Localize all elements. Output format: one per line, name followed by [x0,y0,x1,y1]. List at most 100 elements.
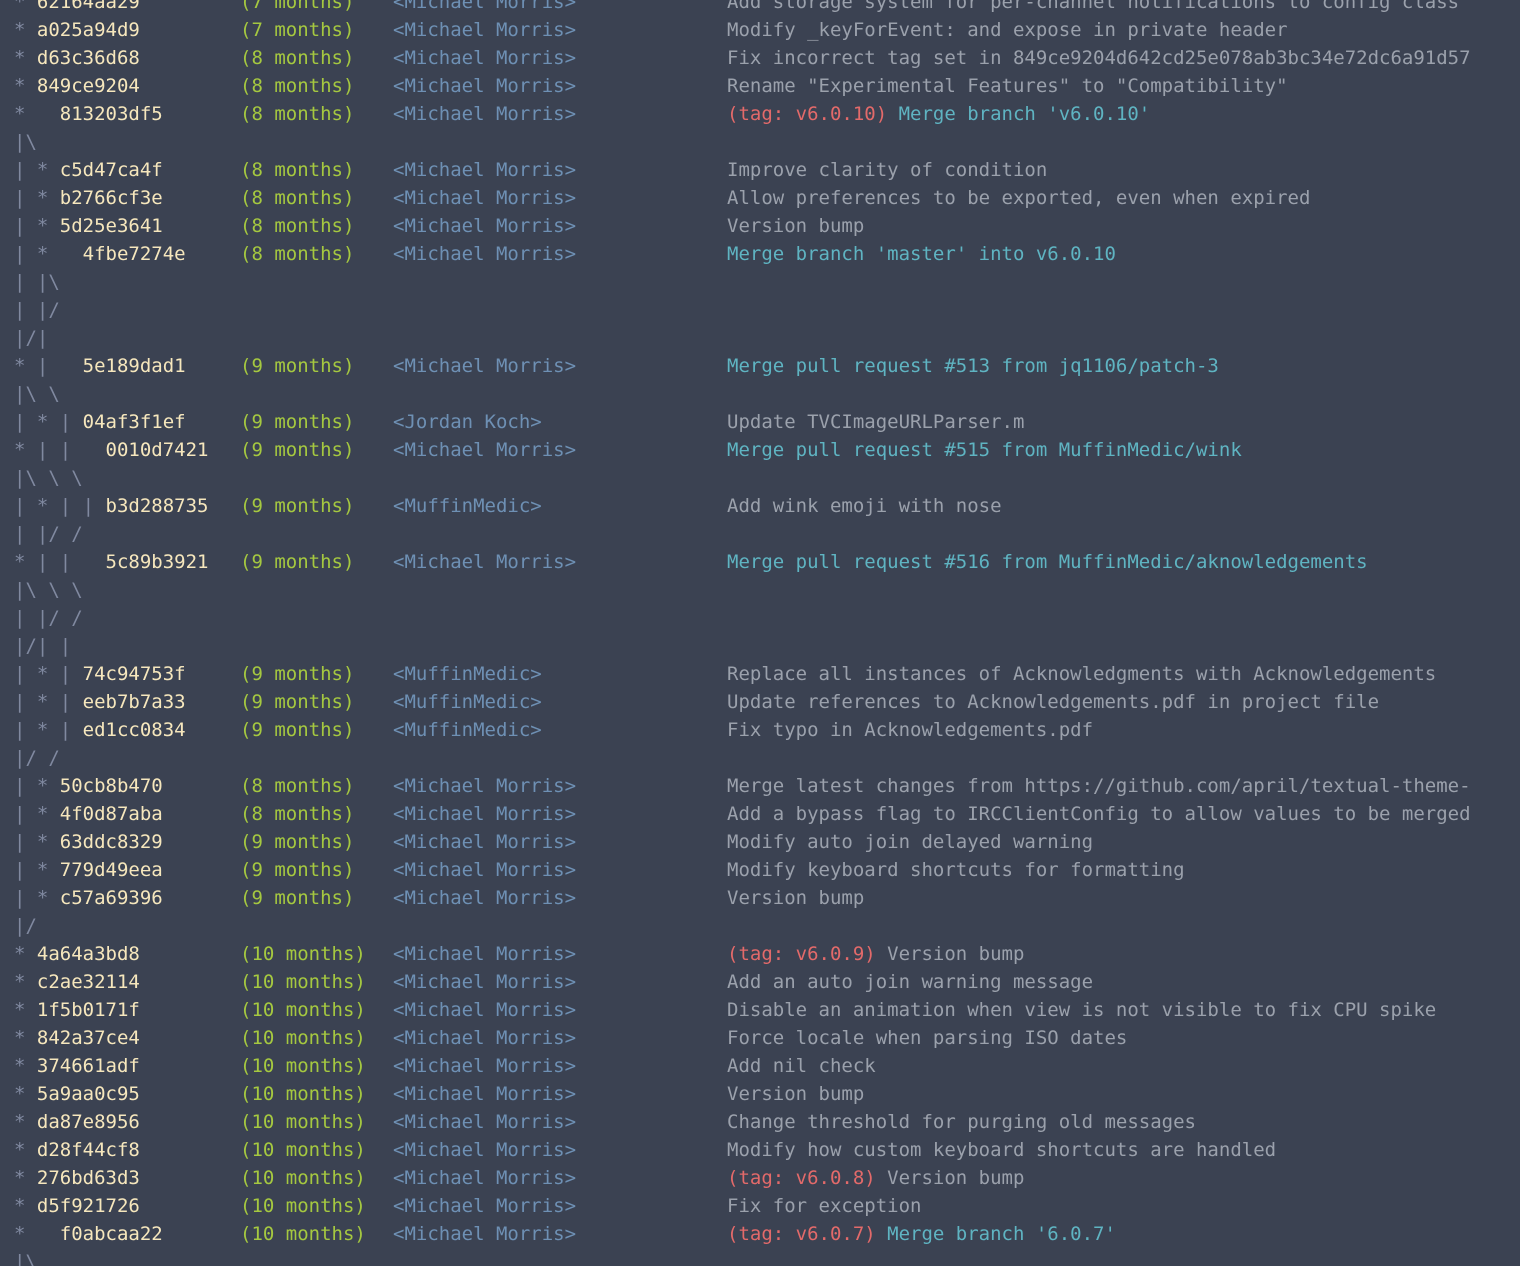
commit-hash[interactable]: 276bd63d3 [37,1167,140,1189]
commit-hash[interactable]: a025a94d9 [37,19,140,41]
commit-graph-and-hash: * d5f921726 [14,1192,140,1220]
commit-message-text: Update references to Acknowledgements.pd… [727,691,1380,713]
git-log-terminal[interactable]: * 62164aa29 (7 months) <Michael Morris> Add… [0,0,1520,1266]
commit-author: <Michael Morris> [393,1167,577,1189]
commit-date: (7 months) [240,0,355,13]
commit-hash[interactable]: c57a69396 [60,887,163,909]
graph-glyphs: * [14,103,60,125]
commit-author: <Jordan Koch> [393,411,542,433]
commit-message-text: Add an auto join warning message [727,971,1094,993]
commit-author: <Michael Morris> [393,215,577,237]
commit-hash[interactable]: 1f5b0171f [37,999,140,1021]
commit-hash[interactable]: 813203df5 [60,103,163,125]
commit-message: (tag: v6.0.9) Version bump [727,940,1024,968]
commit-hash[interactable]: 5a9aa0c95 [37,1083,140,1105]
commit-message-text: Replace all instances of Acknowledgments… [727,663,1437,685]
commit-row: * da87e8956 (10 months) <Michael Morris> Ch… [0,1108,1520,1136]
graph-glyphs: * [14,1083,37,1105]
commit-message-text: Improve clarity of condition [727,159,1048,181]
commit-hash[interactable]: f0abcaa22 [60,1223,163,1245]
commit-author: <Michael Morris> [393,1111,577,1133]
commit-hash[interactable]: 842a37ce4 [37,1027,140,1049]
commit-row: * 62164aa29 (7 months) <Michael Morris> Add… [0,0,1520,16]
graph-glyphs: |\ \ \ [14,467,83,489]
commit-author: <Michael Morris> [393,551,577,573]
commit-date: (10 months) [240,1027,366,1049]
commit-row: * f0abcaa22 (10 months) <Michael Morris> (t… [0,1220,1520,1248]
graph-glyphs: |\ [14,131,37,153]
commit-hash[interactable]: 63ddc8329 [60,831,163,853]
commit-message-text: Modify how custom keyboard shortcuts are… [727,1139,1277,1161]
commit-hash[interactable]: 5c89b3921 [106,551,209,573]
merge-message-text: Merge branch '6.0.7' [887,1223,1116,1245]
commit-date: (10 months) [240,999,366,1021]
commit-hash[interactable]: 62164aa29 [37,0,140,13]
graph-glyphs: |/| [14,327,49,349]
graph-glyphs: | |\ [14,271,60,293]
commit-hash[interactable]: 0010d7421 [106,439,209,461]
commit-date: (8 months) [240,803,355,825]
commit-hash[interactable]: 74c94753f [83,663,186,685]
commit-hash[interactable]: c2ae32114 [37,971,140,993]
commit-date: (9 months) [240,551,355,573]
commit-graph-and-hash: |\ [14,128,37,156]
commit-author: <Michael Morris> [393,775,577,797]
commit-message: Add storage system for per-channel notif… [727,0,1459,16]
commit-hash[interactable]: 4fbe7274e [83,243,186,265]
commit-graph-and-hash: |/ [14,912,37,940]
commit-graph-and-hash: * d63c36d68 [14,44,140,72]
commit-hash[interactable]: 779d49eea [60,859,163,881]
commit-row: | * 5d25e3641 (8 months) <Michael Morris> V… [0,212,1520,240]
commit-date: (10 months) [240,1111,366,1133]
commit-hash[interactable]: 50cb8b470 [60,775,163,797]
commit-hash[interactable]: 04af3f1ef [83,411,186,433]
commit-row: * 4a64a3bd8 (10 months) <Michael Morris> (t… [0,940,1520,968]
commit-hash[interactable]: 5e189dad1 [83,355,186,377]
commit-hash[interactable]: b3d288735 [106,495,209,517]
commit-row: | * 4fbe7274e (8 months) <Michael Morris> M… [0,240,1520,268]
commit-hash[interactable]: b2766cf3e [60,187,163,209]
commit-hash[interactable]: d28f44cf8 [37,1139,140,1161]
commit-row: | * 4f0d87aba (8 months) <Michael Morris> A… [0,800,1520,828]
commit-hash[interactable]: d63c36d68 [37,47,140,69]
commit-date: (10 months) [240,971,366,993]
commit-message: Add nil check [727,1052,876,1080]
commit-message-text: Change threshold for purging old message… [727,1111,1196,1133]
commit-message-text: Modify auto join delayed warning [727,831,1094,853]
graph-glyphs: * [14,1111,37,1133]
commit-author: <Michael Morris> [393,47,577,69]
graph-glyphs: | * [14,187,60,209]
graph-row: |\ \ \ [0,464,1520,492]
commit-message: Modify auto join delayed warning [727,828,1093,856]
commit-hash[interactable]: ed1cc0834 [83,719,186,741]
commit-hash[interactable]: 4f0d87aba [60,803,163,825]
commit-hash[interactable]: 4a64a3bd8 [37,943,140,965]
graph-glyphs: | * [14,887,60,909]
graph-glyphs: * [14,971,37,993]
commit-hash[interactable]: 5d25e3641 [60,215,163,237]
commit-hash[interactable]: d5f921726 [37,1195,140,1217]
commit-graph-and-hash: | * 4fbe7274e [14,240,186,268]
commit-graph-and-hash: * 849ce9204 [14,72,140,100]
commit-hash[interactable]: c5d47ca4f [60,159,163,181]
commit-hash[interactable]: 374661adf [37,1055,140,1077]
commit-graph-and-hash: | * 50cb8b470 [14,772,163,800]
commit-message-text: Version bump [887,1167,1025,1189]
commit-graph-and-hash: | * 63ddc8329 [14,828,163,856]
commit-message-text: Add wink emoji with nose [727,495,1002,517]
commit-date: (10 months) [240,1055,366,1077]
graph-glyphs: * [14,19,37,41]
commit-author: <Michael Morris> [393,1195,577,1217]
commit-hash[interactable]: da87e8956 [37,1111,140,1133]
commit-message: Disable an animation when view is not vi… [727,996,1436,1024]
commit-hash[interactable]: 849ce9204 [37,75,140,97]
commit-hash[interactable]: eeb7b7a33 [83,691,186,713]
commit-date: (10 months) [240,943,366,965]
merge-message-text: Merge branch 'v6.0.10' [898,103,1151,125]
commit-graph-and-hash: |/ / [14,744,60,772]
commit-message-text: Version bump [887,943,1025,965]
commit-date: (9 months) [240,859,355,881]
graph-glyphs: | |/ / [14,607,83,629]
graph-glyphs: | * [14,243,83,265]
graph-glyphs: * [14,1027,37,1049]
